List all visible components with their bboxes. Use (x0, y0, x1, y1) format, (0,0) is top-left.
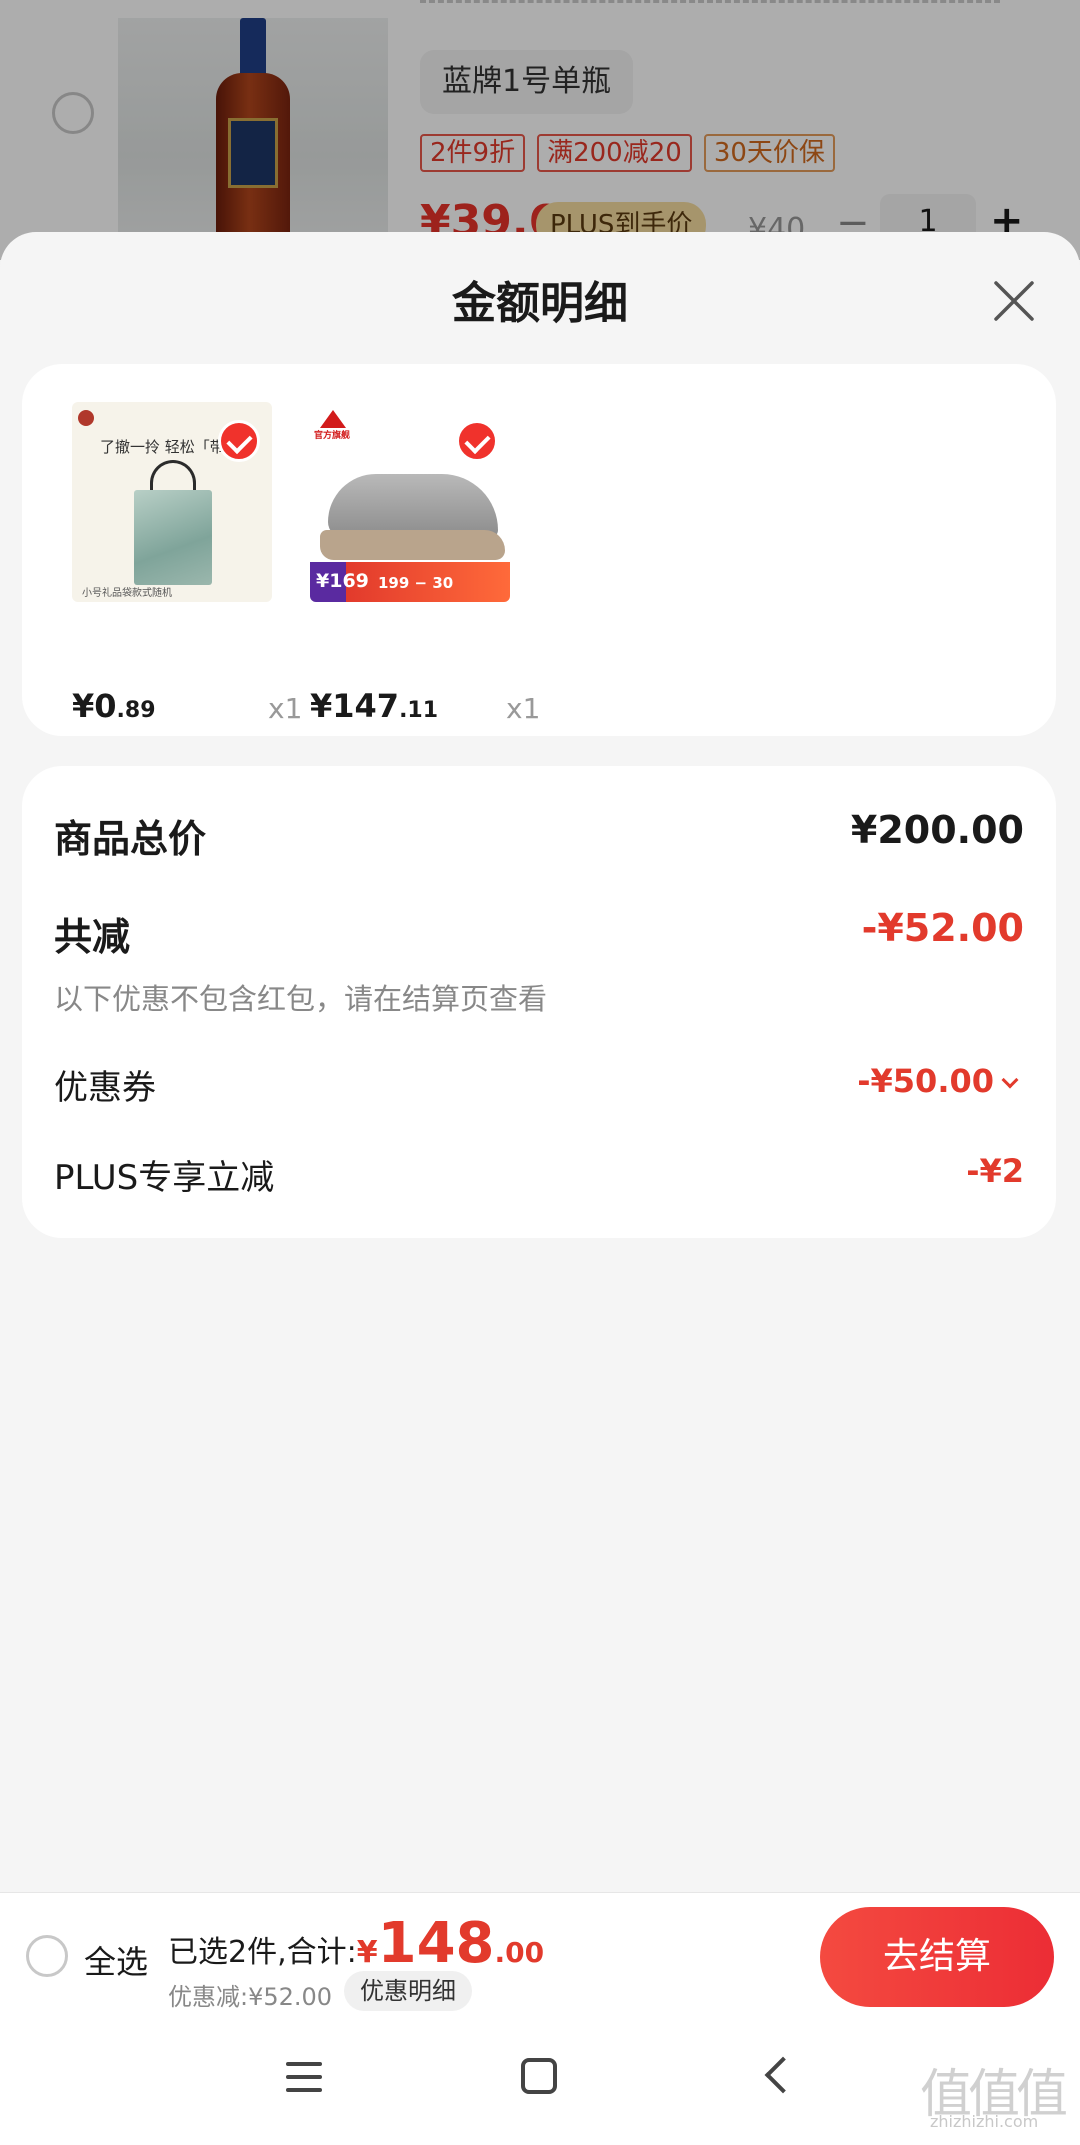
selected-good-item[interactable]: 官方旗舰 ¥169 199 − 30 ¥147.11 x1 (310, 402, 540, 725)
system-nav-bar: 值值值 zhizhizhi.com (0, 2022, 1080, 2145)
coupon-value: -¥50.00 (857, 1062, 994, 1100)
sheet-title: 金额明细 (452, 278, 628, 329)
discount-label: 共减 (54, 915, 131, 959)
checkout-bar: 全选 已选2件,合计:¥148.00 优惠减:¥52.00 优惠明细 去结算 (0, 1892, 1080, 2022)
chevron-down-icon (1001, 1071, 1019, 1089)
selected-good-item[interactable]: 了撤一拎 轻松「带 小号礼品袋款式随机 ¥0.89 x1 (72, 402, 302, 725)
recent-apps-icon[interactable] (286, 2062, 322, 2092)
good-quantity: x1 (268, 692, 303, 725)
discount-summary: 优惠减:¥52.00 (168, 1983, 333, 2011)
checkout-button[interactable]: 去结算 (820, 1907, 1054, 2007)
coupon-label: 优惠券 (54, 1068, 156, 1108)
gift-bag-image: 了撤一拎 轻松「带 小号礼品袋款式随机 (72, 402, 272, 602)
brand-text: 官方旗舰 (314, 431, 351, 441)
promo-band: ¥169 199 − 30 (310, 562, 510, 602)
background-cart-item: 蓝牌1号单瓶 2件9折 满200减20 30天价保 ¥39.6 PLUS到手价 … (0, 0, 1080, 260)
peak-logo-icon (320, 410, 346, 428)
checked-icon[interactable] (456, 420, 498, 462)
image-caption: 小号礼品袋款式随机 (82, 588, 172, 599)
select-all-label[interactable]: 全选 (84, 1937, 148, 1983)
good-price: ¥0.89 (72, 687, 156, 725)
select-all-radio[interactable] (26, 1935, 68, 1977)
dim-overlay[interactable] (0, 0, 1080, 260)
plus-discount-label: PLUS专享立减 (54, 1158, 275, 1198)
home-icon[interactable] (521, 2058, 557, 2094)
subtotal-value: ¥200.00 (850, 808, 1024, 852)
close-icon[interactable] (990, 277, 1038, 325)
selected-goods-card: 了撤一拎 轻松「带 小号礼品袋款式随机 ¥0.89 x1 官方旗舰 ¥169 1… (22, 364, 1056, 736)
total-summary: 已选2件,合计:¥148.00 (168, 1911, 545, 1976)
amount-detail-sheet: 金额明细 了撤一拎 轻松「带 小号礼品袋款式随机 ¥0.89 x1 官方旗舰 ¥… (0, 232, 1080, 1892)
discount-value: -¥52.00 (861, 906, 1024, 950)
good-price: ¥147.11 (310, 687, 439, 725)
plus-discount-value: -¥2 (966, 1152, 1024, 1190)
good-quantity: x1 (506, 692, 541, 725)
image-text: 了撤一拎 轻松「带 (100, 438, 225, 456)
brand-logo-icon (78, 410, 94, 426)
watermark-url: zhizhizhi.com (930, 2112, 1039, 2131)
coupon-row-toggle[interactable]: -¥50.00 (857, 1062, 1019, 1100)
sneaker-image: 官方旗舰 ¥169 199 − 30 (310, 402, 510, 602)
price-detail-card: 商品总价 ¥200.00 共减 -¥52.00 以下优惠不包含红包，请在结算页查… (22, 766, 1056, 1238)
subtotal-label: 商品总价 (54, 817, 207, 861)
checked-icon[interactable] (218, 420, 260, 462)
discount-note: 以下优惠不包含红包，请在结算页查看 (54, 982, 548, 1016)
discount-detail-button[interactable]: 优惠明细 (344, 1971, 472, 2011)
back-icon[interactable] (764, 2056, 802, 2094)
